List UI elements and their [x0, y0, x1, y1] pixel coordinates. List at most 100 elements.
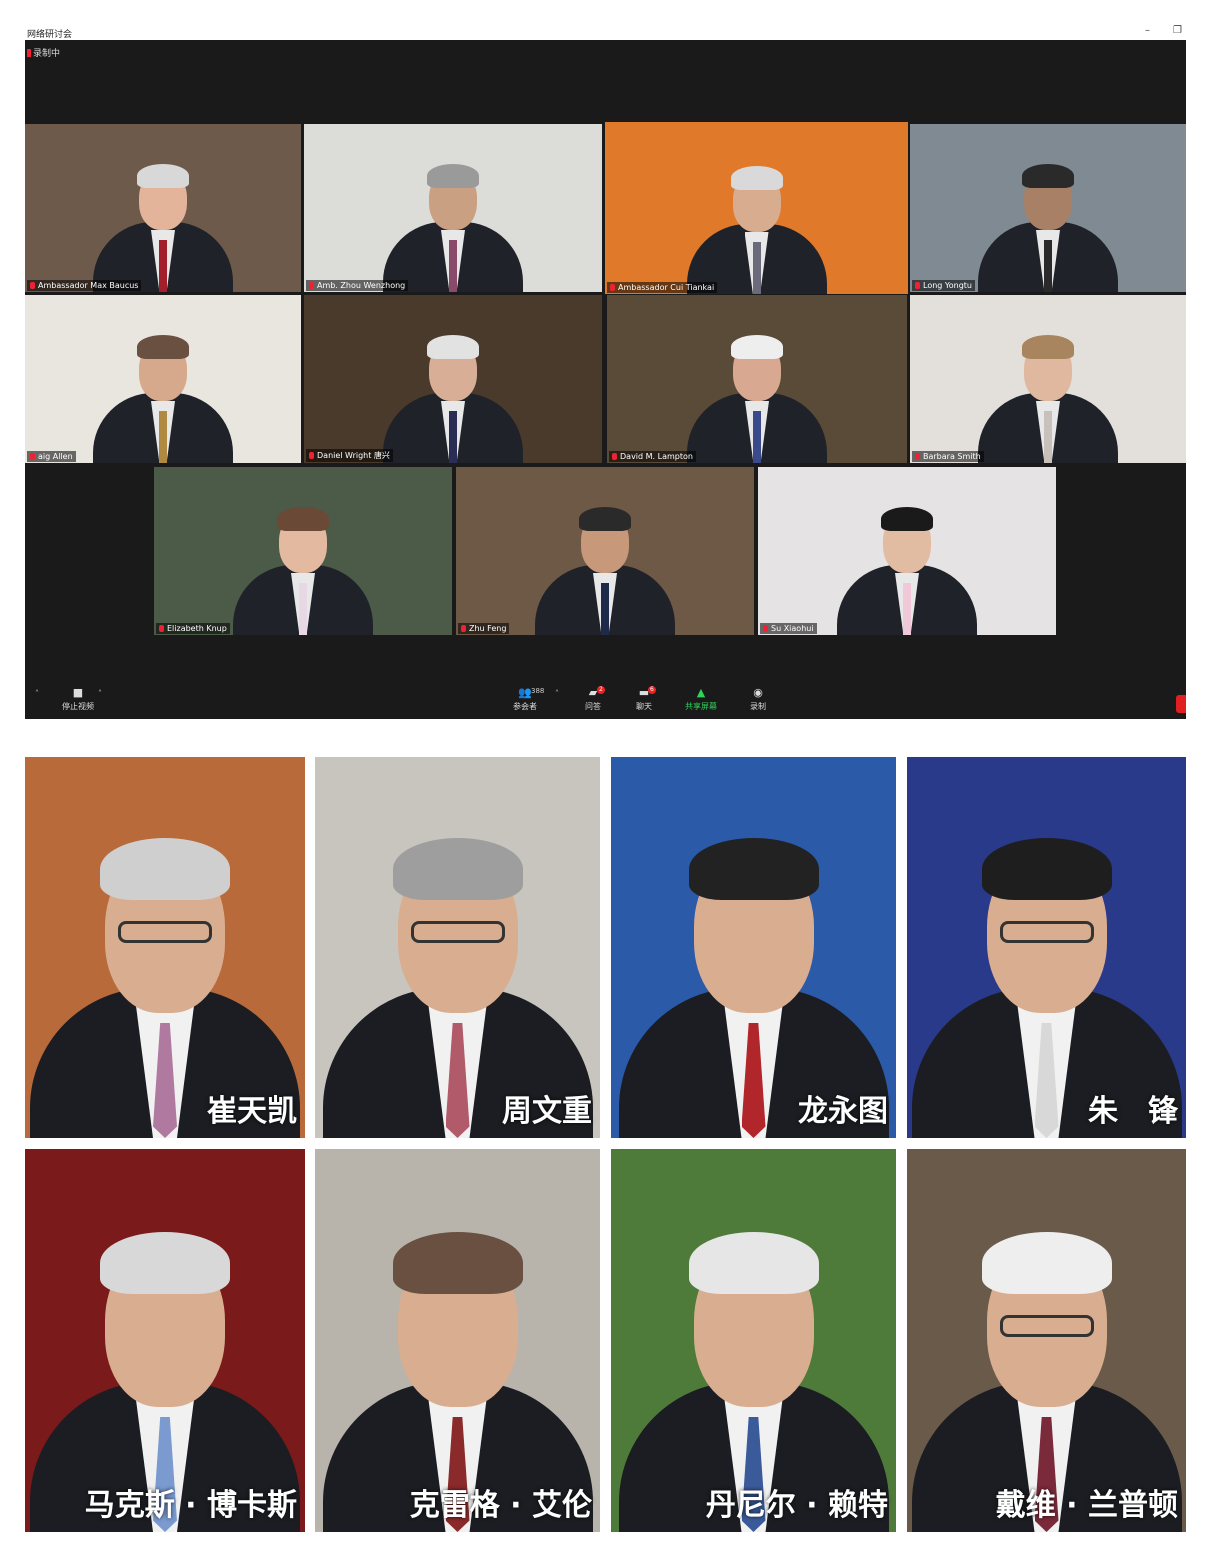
muted-mic-icon: [915, 282, 920, 289]
zoom-meeting-window: 录制中 Ambassador Max Baucus Amb. Zhou Wenz…: [25, 40, 1186, 719]
portrait-photo: 戴维 · 兰普顿: [907, 1149, 1186, 1532]
muted-mic-icon: [159, 625, 164, 632]
minimize-icon[interactable]: –: [1145, 25, 1150, 36]
participant-video: [383, 142, 523, 292]
portrait-photo: 龙永图: [611, 757, 896, 1138]
video-tile[interactable]: Zhu Feng: [456, 467, 754, 635]
participant-tie: [903, 583, 911, 635]
video-tile[interactable]: Barbara Smith: [910, 295, 1186, 463]
share-screen-button[interactable]: ▲ 共享屏幕: [676, 687, 726, 712]
share-screen-icon: ▲: [696, 686, 706, 699]
participant-nameplate: Amb. Zhou Wenzhong: [306, 280, 409, 291]
participant-video: [687, 313, 827, 463]
video-tile[interactable]: Long Yongtu: [910, 124, 1186, 292]
participant-tie: [159, 411, 167, 463]
participant-tie: [1044, 411, 1052, 463]
participant-count: 388: [531, 687, 545, 695]
participant-nameplate: Daniel Wright 唐兴: [306, 449, 393, 462]
participant-tie: [601, 583, 609, 635]
participant-tie: [159, 240, 167, 292]
portrait-caption: 克雷格 · 艾伦: [409, 1488, 592, 1523]
stop-video-label: 停止视频: [62, 702, 94, 711]
portrait-caption: 崔天凯: [207, 1094, 297, 1129]
participant-hair: [730, 166, 783, 190]
participant-hair: [731, 335, 783, 359]
portrait-photo: 崔天凯: [25, 757, 305, 1138]
participant-video: [837, 485, 977, 635]
meeting-toolbar: ˄ ■ 停止视频 ˄ 👥 388 参会者 ˄ ▰ 2 问答 ▬ 6 聊天 ▲ 共…: [25, 685, 1186, 719]
participant-nameplate: Elizabeth Knup: [156, 623, 230, 634]
participant-nameplate: Zhu Feng: [458, 623, 510, 634]
portrait-hair: [392, 838, 523, 900]
muted-mic-icon: [30, 453, 35, 460]
share-screen-label: 共享屏幕: [685, 702, 717, 711]
portrait-caption: 龙永图: [798, 1094, 888, 1129]
portrait-photo: 克雷格 · 艾伦: [315, 1149, 600, 1532]
participants-caret-icon[interactable]: ˄: [555, 689, 559, 698]
video-tile[interactable]: Elizabeth Knup: [154, 467, 452, 635]
muted-mic-icon: [915, 453, 920, 460]
video-tile-active-speaker[interactable]: Ambassador Cui Tiankai: [605, 122, 908, 294]
record-button[interactable]: ◉ 录制: [733, 687, 783, 712]
portrait-hair: [100, 1232, 230, 1294]
participants-icon: 👥: [518, 686, 532, 699]
video-tile[interactable]: Daniel Wright 唐兴: [304, 295, 602, 463]
portrait-hair: [688, 1232, 819, 1294]
audio-options-caret-icon[interactable]: ˄: [35, 689, 39, 698]
participant-nameplate: Long Yongtu: [912, 280, 975, 291]
participant-hair: [1022, 335, 1074, 359]
participant-hair: [579, 507, 631, 531]
participant-tie: [299, 583, 307, 635]
glasses-icon: [999, 921, 1094, 943]
stop-video-button[interactable]: ■ 停止视频: [53, 687, 103, 712]
participant-nameplate: Su Xiaohui: [760, 623, 817, 634]
participant-nameplate: Ambassador Cui Tiankai: [607, 282, 718, 293]
muted-mic-icon: [309, 452, 314, 459]
muted-mic-icon: [309, 282, 314, 289]
participant-tie: [449, 411, 457, 463]
portrait-caption: 丹尼尔 · 赖特: [705, 1488, 888, 1523]
participant-name: Long Yongtu: [923, 281, 972, 290]
participant-video: [93, 313, 233, 463]
video-tile[interactable]: Ambassador Max Baucus: [25, 124, 301, 292]
muted-mic-icon: [612, 453, 617, 460]
participant-video: [978, 142, 1118, 292]
qa-button[interactable]: ▰ 2 问答: [568, 686, 618, 712]
muted-mic-icon: [763, 625, 768, 632]
video-tile[interactable]: David M. Lampton: [607, 295, 907, 463]
video-camera-icon: ■: [72, 686, 84, 699]
record-label: 录制: [750, 702, 766, 711]
chat-button[interactable]: ▬ 6 聊天: [619, 686, 669, 712]
participant-name: aig Allen: [38, 452, 73, 461]
participant-hair: [427, 335, 479, 359]
participant-tie: [449, 240, 457, 292]
window-title: 网络研讨会: [27, 30, 73, 40]
participants-button[interactable]: 👥 388 参会者: [500, 687, 550, 712]
participant-name: Barbara Smith: [923, 452, 981, 461]
chat-label: 聊天: [636, 702, 652, 711]
participant-nameplate: aig Allen: [27, 451, 76, 462]
portrait-hair: [688, 838, 819, 900]
participant-video: [686, 144, 827, 294]
participant-video: [535, 485, 675, 635]
video-tile[interactable]: aig Allen: [25, 295, 301, 463]
qa-label: 问答: [585, 702, 601, 711]
muted-mic-icon: [30, 282, 35, 289]
recording-icon: [27, 49, 31, 57]
restore-icon[interactable]: ❐: [1173, 25, 1182, 36]
portrait-hair: [981, 1232, 1112, 1294]
participant-nameplate: David M. Lampton: [609, 451, 696, 462]
participant-hair: [427, 164, 479, 188]
portrait-caption: 马克斯 · 博卡斯: [84, 1488, 297, 1523]
recording-indicator: 录制中: [27, 46, 60, 59]
video-tile[interactable]: Su Xiaohui: [758, 467, 1056, 635]
end-meeting-button[interactable]: [1176, 695, 1186, 713]
glasses-icon: [999, 1315, 1094, 1337]
video-options-caret-icon[interactable]: ˄: [98, 689, 102, 698]
portrait-hair: [981, 838, 1112, 900]
video-tile[interactable]: Amb. Zhou Wenzhong: [304, 124, 602, 292]
participant-video: [93, 142, 233, 292]
participant-tie: [753, 411, 761, 463]
participant-tie: [1044, 240, 1052, 292]
participant-name: David M. Lampton: [620, 452, 693, 461]
